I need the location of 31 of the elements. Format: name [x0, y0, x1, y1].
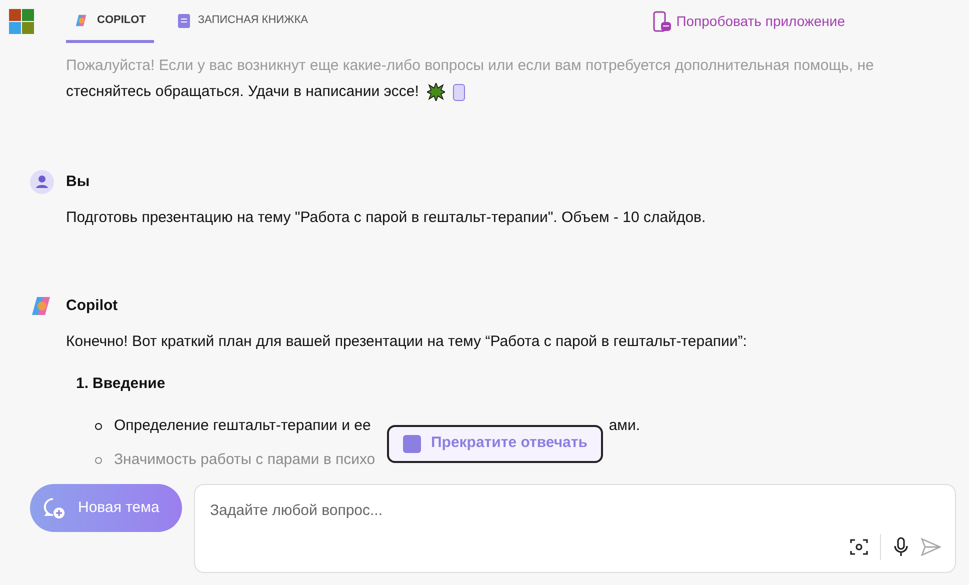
stop-responding-button[interactable]: Прекратите отвечать [387, 424, 604, 462]
list-heading: Введение [92, 374, 166, 394]
tab[interactable]: COPILOT [66, 0, 154, 43]
list-item-text: Определение гештальт-терапии и ее [114, 416, 371, 436]
tab[interactable]: ЗАПИСНАЯ КНИЖКА [170, 0, 316, 43]
placeholder-glyph-icon [452, 84, 465, 100]
starburst-emoji-icon [426, 83, 445, 101]
phone-chat-icon [652, 10, 672, 32]
input-panel[interactable]: Задайте любой вопрос... [194, 484, 956, 573]
bullet-icon [95, 423, 102, 430]
windows-logo-icon[interactable] [9, 9, 34, 34]
reply-text: Пожалуйста! Если у вас возникнут еще какие-либо вопросы или если вам потребуется дополнительная помощь, не [66, 56, 874, 76]
chat-plus-icon [42, 496, 66, 520]
author-name: Copilot [66, 296, 118, 316]
bullet-icon [95, 457, 102, 464]
try-app-link[interactable]: Попробовать приложение [652, 10, 845, 32]
message-text: Конечно! Вот краткий план для вашей презентации на тему “Работа с парой в гештальт-терапии”: [65, 332, 748, 352]
copilot-logo-icon [74, 12, 89, 28]
reply-text: стесняйтесь обращаться. Удачи в написании эссе! [66, 82, 419, 102]
microphone-icon[interactable] [893, 537, 909, 557]
camera-scan-icon[interactable] [850, 538, 868, 556]
user-avatar-icon [30, 170, 54, 194]
author-name: Вы [66, 172, 90, 192]
list-number: 1. [76, 374, 89, 394]
list-item-text: ами. [608, 416, 640, 436]
input-field[interactable]: Задайте любой вопрос... [195, 485, 955, 522]
list-item-text: Значимость работы с парами в психо [114, 450, 376, 470]
new-topic-button[interactable]: Новая тема [30, 484, 182, 532]
message-text: Подготовь презентацию на тему "Работа с парой в гештальт-терапии". Объем - 10 слайдов. [65, 208, 707, 228]
notebook-icon [178, 12, 190, 28]
stop-icon [403, 434, 421, 452]
